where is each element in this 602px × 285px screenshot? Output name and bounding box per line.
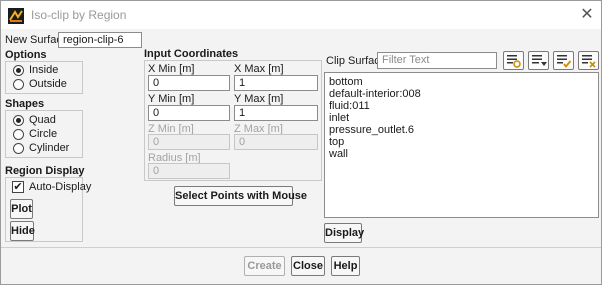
x-min-input[interactable]: 0 — [148, 75, 230, 91]
close-button[interactable]: Close — [291, 256, 325, 276]
list-item[interactable]: pressure_outlet.6 — [329, 124, 421, 136]
list-item[interactable]: default-interior:008 — [329, 88, 421, 100]
select-all-icon[interactable] — [503, 51, 524, 70]
circle-radio[interactable] — [13, 129, 24, 140]
y-min-input[interactable]: 0 — [148, 105, 230, 121]
list-item[interactable]: wall — [329, 148, 421, 160]
footer-divider — [1, 247, 601, 248]
inside-radio[interactable] — [13, 65, 24, 76]
quad-label: Quad — [29, 114, 56, 126]
region-display-group: ✔ Auto-Display Plot Hide — [5, 177, 91, 242]
display-button[interactable]: Display — [324, 223, 364, 243]
select-points-button[interactable]: Select Points with Mouse — [174, 186, 307, 206]
options-title: Options — [5, 49, 47, 61]
help-button[interactable]: Help — [331, 256, 360, 276]
outside-label: Outside — [29, 78, 67, 90]
y-min-label: Y Min [m] — [148, 93, 195, 105]
x-max-label: X Max [m] — [234, 63, 284, 75]
auto-display-checkbox[interactable]: ✔ — [12, 181, 24, 193]
cylinder-label: Cylinder — [29, 142, 70, 154]
auto-display-label: Auto-Display — [29, 181, 92, 193]
list-item[interactable]: inlet — [329, 112, 421, 124]
title-bar: Iso-clip by Region ✕ — [1, 1, 601, 29]
inside-label: Inside — [29, 64, 59, 76]
x-min-label: X Min [m] — [148, 63, 195, 75]
list-item[interactable]: fluid:011 — [329, 100, 421, 112]
plot-button[interactable]: Plot — [10, 199, 33, 219]
create-button[interactable]: Create — [244, 256, 285, 276]
shapes-title: Shapes — [5, 98, 45, 110]
region-display-title: Region Display — [5, 165, 85, 177]
hide-button[interactable]: Hide — [10, 221, 35, 241]
y-max-input[interactable]: 1 — [234, 105, 318, 121]
window-title: Iso-clip by Region — [31, 8, 127, 22]
iso-clip-dialog: Iso-clip by Region ✕ New Surface region-… — [0, 0, 602, 285]
z-min-input: 0 — [148, 134, 230, 150]
list-item[interactable]: top — [329, 136, 421, 148]
filter-text-input[interactable]: Filter Text — [377, 52, 497, 69]
deselect-all-icon[interactable] — [578, 51, 599, 70]
circle-label: Circle — [29, 128, 58, 140]
outside-radio[interactable] — [13, 79, 24, 90]
list-item[interactable]: bottom — [329, 76, 421, 88]
check-list-icon[interactable] — [553, 51, 574, 70]
clip-surface-list: bottom default-interior:008 fluid:011 in… — [324, 72, 599, 218]
checkmark-icon: ✔ — [13, 181, 23, 193]
radius-input: 0 — [148, 163, 230, 179]
z-max-input: 0 — [234, 134, 318, 150]
new-surface-input[interactable]: region-clip-6 — [58, 32, 142, 48]
shapes-group: Quad Circle Cylinder — [5, 110, 83, 158]
options-group: Inside Outside — [5, 61, 83, 94]
cylinder-radio[interactable] — [13, 143, 24, 154]
input-coordinates-title: Input Coordinates — [144, 48, 239, 60]
y-max-label: Y Max [m] — [234, 93, 284, 105]
close-icon[interactable]: ✕ — [578, 6, 596, 24]
app-logo-icon — [8, 8, 24, 24]
x-max-input[interactable]: 1 — [234, 75, 318, 91]
sort-list-icon[interactable] — [528, 51, 549, 70]
quad-radio[interactable] — [13, 115, 24, 126]
